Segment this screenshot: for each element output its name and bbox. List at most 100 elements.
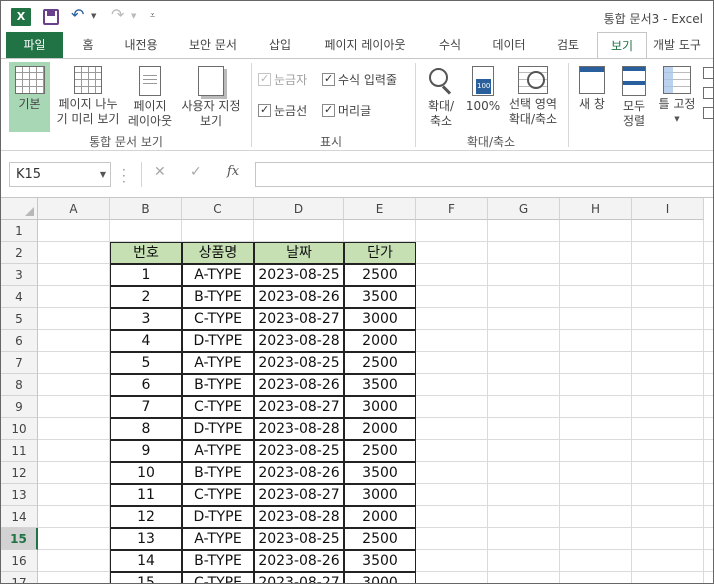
redo-dropdown-icon[interactable]: ▼ — [131, 12, 136, 20]
table-cell[interactable]: 2023-08-26 — [254, 286, 344, 308]
table-header-cell[interactable]: 상품명 — [182, 242, 254, 264]
table-cell[interactable]: 2000 — [344, 418, 416, 440]
row-header-9[interactable]: 9 — [1, 396, 38, 418]
tab-secure-document[interactable]: 보안 문서 — [177, 32, 249, 58]
table-cell[interactable]: 2023-08-28 — [254, 506, 344, 528]
table-header-cell[interactable]: 날짜 — [254, 242, 344, 264]
tab-data[interactable]: 데이터 — [481, 32, 537, 58]
table-cell[interactable]: 2023-08-27 — [254, 484, 344, 506]
gridlines-checkbox[interactable]: 눈금선 — [258, 102, 307, 119]
table-cell[interactable]: 2023-08-25 — [254, 528, 344, 550]
table-cell[interactable]: 2500 — [344, 440, 416, 462]
table-cell[interactable]: C-TYPE — [182, 308, 254, 330]
row-header-10[interactable]: 10 — [1, 418, 38, 440]
table-cell[interactable]: 2023-08-25 — [254, 352, 344, 374]
table-cell[interactable]: 15 — [110, 572, 182, 583]
redo-icon[interactable]: ↷ — [111, 5, 124, 24]
undo-icon[interactable]: ↶ — [71, 5, 84, 24]
drag-handle-icon[interactable]: · · · — [122, 164, 126, 188]
row-header-14[interactable]: 14 — [1, 506, 38, 528]
page-layout-view-button[interactable]: 페이지 레이아웃 — [125, 62, 175, 132]
column-header-f[interactable]: F — [416, 198, 488, 220]
table-cell[interactable]: 3000 — [344, 572, 416, 583]
insert-function-icon[interactable]: fx — [227, 164, 239, 179]
select-all-button[interactable] — [1, 198, 38, 220]
customize-quick-access-icon[interactable]: ⩡ — [150, 11, 155, 21]
table-header-cell[interactable]: 단가 — [344, 242, 416, 264]
enter-icon[interactable]: ✓ — [190, 164, 202, 180]
tab-insert[interactable]: 삽입 — [258, 32, 302, 58]
tab-review[interactable]: 검토 — [546, 32, 590, 58]
table-cell[interactable]: A-TYPE — [182, 528, 254, 550]
table-cell[interactable]: 8 — [110, 418, 182, 440]
formula-bar-checkbox[interactable]: 수식 입력줄 — [322, 71, 397, 88]
table-cell[interactable]: 2023-08-25 — [254, 440, 344, 462]
column-header-g[interactable]: G — [488, 198, 560, 220]
table-cell[interactable]: 3 — [110, 308, 182, 330]
cancel-icon[interactable]: ✕ — [154, 164, 166, 180]
tab-page-layout[interactable]: 페이지 레이아웃 — [311, 32, 419, 58]
table-cell[interactable]: 4 — [110, 330, 182, 352]
row-header-8[interactable]: 8 — [1, 374, 38, 396]
tab-formulas[interactable]: 수식 — [429, 32, 471, 58]
freeze-panes-button[interactable]: 틀 고정 ▼ — [655, 62, 699, 132]
row-header-5[interactable]: 5 — [1, 308, 38, 330]
name-box[interactable]: K15 ▼ — [9, 162, 111, 187]
table-cell[interactable]: 2023-08-26 — [254, 462, 344, 484]
table-cell[interactable]: 3500 — [344, 550, 416, 572]
table-cell[interactable]: D-TYPE — [182, 330, 254, 352]
table-cell[interactable]: 2023-08-28 — [254, 330, 344, 352]
undo-dropdown-icon[interactable]: ▼ — [91, 12, 96, 20]
table-cell[interactable]: 11 — [110, 484, 182, 506]
table-cell[interactable]: 2500 — [344, 264, 416, 286]
row-header-15[interactable]: 15 — [1, 528, 38, 550]
table-cell[interactable]: 13 — [110, 528, 182, 550]
worksheet-grid[interactable]: A B C D E F G H I 1 2 3 4 5 6 7 8 9 10 11 12 13 14 15 16 17 번호 상품명 날… — [1, 197, 713, 583]
split-icon[interactable] — [703, 67, 713, 79]
headings-checkbox[interactable]: 머리글 — [322, 102, 371, 119]
chevron-down-icon[interactable]: ▼ — [100, 163, 106, 186]
custom-views-button[interactable]: 사용자 지정 보기 — [177, 62, 245, 132]
table-cell[interactable]: A-TYPE — [182, 352, 254, 374]
table-cell[interactable]: D-TYPE — [182, 506, 254, 528]
table-cell[interactable]: 3000 — [344, 308, 416, 330]
tab-file[interactable]: 파일 — [6, 32, 63, 58]
table-cell[interactable]: B-TYPE — [182, 550, 254, 572]
row-header-12[interactable]: 12 — [1, 462, 38, 484]
table-cell[interactable]: B-TYPE — [182, 286, 254, 308]
arrange-all-button[interactable]: 모두 정렬 — [615, 62, 653, 132]
table-cell[interactable]: 2023-08-27 — [254, 308, 344, 330]
table-cell[interactable]: 2500 — [344, 528, 416, 550]
formula-input[interactable] — [255, 162, 713, 187]
table-cell[interactable]: 1 — [110, 264, 182, 286]
table-cell[interactable]: 3500 — [344, 286, 416, 308]
new-window-button[interactable]: 새 창 — [573, 62, 611, 132]
row-header-4[interactable]: 4 — [1, 286, 38, 308]
table-cell[interactable]: 3000 — [344, 484, 416, 506]
page-break-preview-button[interactable]: 페이지 나누 기 미리 보기 — [53, 62, 123, 132]
table-cell[interactable]: 2 — [110, 286, 182, 308]
table-cell[interactable]: 5 — [110, 352, 182, 374]
column-header-b[interactable]: B — [110, 198, 182, 220]
row-header-11[interactable]: 11 — [1, 440, 38, 462]
table-cell[interactable]: 2023-08-28 — [254, 418, 344, 440]
table-cell[interactable]: 10 — [110, 462, 182, 484]
table-cell[interactable]: 3500 — [344, 462, 416, 484]
zoom-to-selection-button[interactable]: 선택 영역 확대/축소 — [504, 62, 562, 132]
table-cell[interactable]: 9 — [110, 440, 182, 462]
column-header-e[interactable]: E — [344, 198, 416, 220]
table-cell[interactable]: 2000 — [344, 506, 416, 528]
row-header-3[interactable]: 3 — [1, 264, 38, 286]
table-cell[interactable]: 2023-08-26 — [254, 374, 344, 396]
table-cell[interactable]: A-TYPE — [182, 264, 254, 286]
zoom-100-button[interactable]: 100% — [464, 62, 502, 132]
row-header-6[interactable]: 6 — [1, 330, 38, 352]
table-cell[interactable]: 3000 — [344, 396, 416, 418]
table-cell[interactable]: B-TYPE — [182, 374, 254, 396]
table-cell[interactable]: C-TYPE — [182, 396, 254, 418]
table-cell[interactable]: 7 — [110, 396, 182, 418]
tab-home[interactable]: 홈 — [71, 32, 105, 58]
row-header-13[interactable]: 13 — [1, 484, 38, 506]
row-header-1[interactable]: 1 — [1, 220, 38, 242]
ruler-checkbox[interactable]: 눈금자 — [258, 71, 307, 88]
